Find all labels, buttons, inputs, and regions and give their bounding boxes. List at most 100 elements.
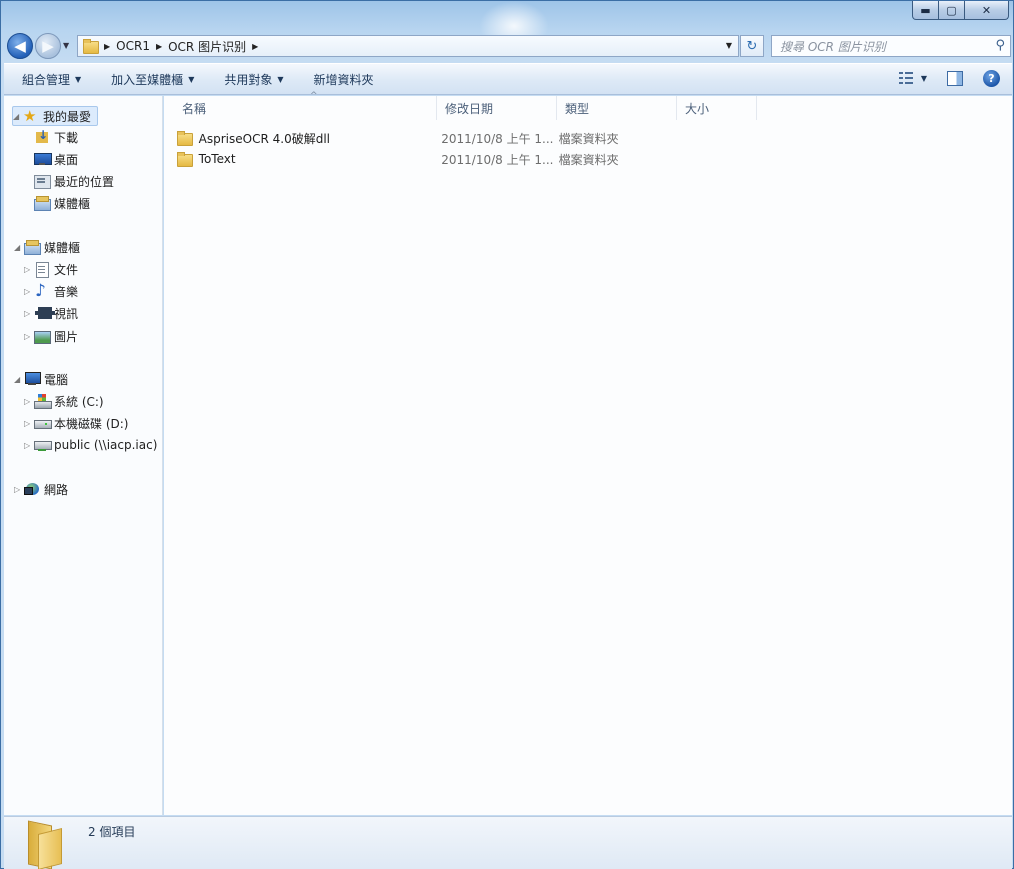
address-dropdown-icon[interactable]: ▼ bbox=[726, 41, 732, 50]
collapsed-arrow-icon[interactable]: ▷ bbox=[24, 309, 34, 318]
chevron-down-icon: ▼ bbox=[277, 74, 284, 84]
back-button[interactable]: ◀ bbox=[7, 33, 33, 59]
computer-icon bbox=[24, 372, 41, 386]
sidebar-item-favorites[interactable]: ◢ ★ 我的最愛 bbox=[12, 106, 99, 126]
table-row[interactable]: ToText 2011/10/8 上午 1... 檔案資料夾 bbox=[176, 149, 676, 169]
new-folder-button[interactable]: 新增資料夾 bbox=[314, 71, 374, 88]
breadcrumb-ocr-image[interactable]: OCR 图片识别 bbox=[168, 38, 246, 55]
preview-pane-icon[interactable] bbox=[947, 71, 963, 86]
search-icon[interactable]: ⚲ bbox=[995, 38, 1005, 53]
view-options-dropdown-icon[interactable]: ▼ bbox=[921, 74, 927, 83]
collapsed-arrow-icon[interactable]: ▷ bbox=[24, 265, 34, 274]
breadcrumb-separator-icon[interactable]: ▶ bbox=[156, 42, 162, 51]
column-type-label: 類型 bbox=[565, 101, 590, 116]
sidebar-item-videos[interactable]: ▷ 視訊 bbox=[24, 303, 78, 323]
sidebar-item-label: 網路 bbox=[44, 482, 69, 497]
sidebar-item-label: 系統 (C:) bbox=[54, 394, 104, 409]
documents-icon bbox=[34, 262, 50, 278]
libraries-icon bbox=[24, 240, 41, 255]
music-icon bbox=[34, 281, 50, 301]
sidebar-item-recent-places[interactable]: 最近的位置 bbox=[34, 171, 114, 191]
maximize-button[interactable]: ▢ bbox=[939, 1, 965, 20]
expanded-arrow-icon[interactable]: ◢ bbox=[13, 112, 23, 121]
column-header-type[interactable]: 類型 bbox=[557, 96, 677, 120]
minimize-button[interactable]: ▬ bbox=[912, 1, 939, 20]
details-pane: 2 個項目 bbox=[4, 816, 1012, 869]
organize-label: 組合管理 bbox=[22, 72, 71, 87]
hard-drive-icon bbox=[34, 416, 52, 430]
sidebar-item-label: 圖片 bbox=[54, 329, 79, 344]
collapsed-arrow-icon[interactable]: ▷ bbox=[24, 419, 34, 428]
collapsed-arrow-icon[interactable]: ▷ bbox=[14, 485, 24, 494]
search-placeholder: 搜尋 OCR 图片识别 bbox=[780, 39, 886, 54]
desktop-icon bbox=[34, 152, 52, 166]
sidebar-item-network[interactable]: ▷ 網路 bbox=[14, 479, 68, 499]
search-input[interactable]: 搜尋 OCR 图片识别 ⚲ bbox=[771, 35, 1011, 57]
column-header-name[interactable]: 名稱 ^ bbox=[174, 91, 437, 120]
close-button[interactable]: ✕ bbox=[965, 1, 1009, 20]
sidebar-item-libraries[interactable]: ◢ 媒體櫃 bbox=[14, 237, 80, 257]
help-icon[interactable]: ? bbox=[983, 70, 1000, 87]
column-header-size[interactable]: 大小 bbox=[677, 96, 757, 120]
recent-pages-dropdown-icon[interactable]: ▼ bbox=[63, 41, 69, 50]
explorer-window: ▬ ▢ ✕ ◀ ▶ ▼ ▶ OCR1 ▶ OCR 图片识别 ▶ ▼ ↻ 搜尋 O… bbox=[0, 0, 1014, 869]
sidebar-item-desktop[interactable]: 桌面 bbox=[34, 149, 78, 169]
sidebar-item-documents[interactable]: ▷ 文件 bbox=[24, 259, 78, 279]
refresh-button[interactable]: ↻ bbox=[740, 35, 764, 57]
new-folder-label: 新增資料夾 bbox=[313, 72, 374, 87]
column-date-label: 修改日期 bbox=[445, 101, 494, 116]
collapsed-arrow-icon[interactable]: ▷ bbox=[24, 441, 34, 450]
collapsed-arrow-icon[interactable]: ▷ bbox=[24, 287, 34, 296]
folder-icon bbox=[176, 152, 193, 167]
sidebar-item-label: 最近的位置 bbox=[54, 174, 115, 189]
column-size-label: 大小 bbox=[685, 101, 710, 116]
include-in-library-menu[interactable]: 加入至媒體櫃 ▼ bbox=[111, 71, 194, 88]
folder-icon bbox=[24, 820, 68, 869]
sidebar-item-label: 電腦 bbox=[44, 372, 69, 387]
organize-menu[interactable]: 組合管理 ▼ bbox=[22, 71, 81, 88]
include-in-library-label: 加入至媒體櫃 bbox=[111, 72, 184, 87]
item-count: 2 個項目 bbox=[88, 825, 136, 839]
view-controls: ▼ ? bbox=[898, 70, 1000, 87]
sidebar-item-label: 媒體櫃 bbox=[44, 240, 81, 255]
expanded-arrow-icon[interactable]: ◢ bbox=[14, 375, 24, 384]
breadcrumb-ocr1[interactable]: OCR1 bbox=[116, 39, 150, 53]
forward-button[interactable]: ▶ bbox=[35, 33, 61, 59]
folder-icon bbox=[176, 131, 193, 146]
sidebar-item-downloads[interactable]: 下載 bbox=[34, 127, 78, 147]
chevron-down-icon: ▼ bbox=[188, 74, 195, 84]
sidebar-item-computer[interactable]: ◢ 電腦 bbox=[14, 369, 68, 389]
breadcrumb-separator-icon[interactable]: ▶ bbox=[104, 42, 110, 51]
file-date: 2011/10/8 上午 1... bbox=[441, 131, 554, 146]
sidebar-item-network-drive[interactable]: ▷ public (\\iacp.iac) ( bbox=[24, 435, 162, 455]
video-icon bbox=[34, 306, 55, 320]
sidebar-item-label: 下載 bbox=[54, 130, 79, 145]
sidebar-item-label: 我的最愛 bbox=[43, 109, 92, 124]
table-row[interactable]: AspriseOCR 4.0破解dll 2011/10/8 上午 1... 檔案… bbox=[176, 128, 676, 148]
change-view-icon[interactable] bbox=[898, 71, 915, 86]
sidebar-item-pictures[interactable]: ▷ 圖片 bbox=[24, 326, 78, 346]
collapsed-arrow-icon[interactable]: ▷ bbox=[24, 397, 34, 406]
address-bar[interactable]: ▶ OCR1 ▶ OCR 图片识别 ▶ ▼ bbox=[77, 35, 739, 57]
chevron-down-icon: ▼ bbox=[75, 74, 82, 84]
column-header-date[interactable]: 修改日期 bbox=[437, 96, 557, 120]
share-with-menu[interactable]: 共用對象 ▼ bbox=[224, 71, 283, 88]
collapsed-arrow-icon[interactable]: ▷ bbox=[24, 332, 34, 341]
sidebar-item-libraries-shortcut[interactable]: 媒體櫃 bbox=[34, 193, 90, 213]
sidebar-item-drive-c[interactable]: ▷ 系統 (C:) bbox=[24, 391, 104, 411]
star-icon: ★ bbox=[23, 107, 37, 125]
expanded-arrow-icon[interactable]: ◢ bbox=[14, 243, 24, 252]
sidebar-item-label: 文件 bbox=[54, 262, 79, 277]
sidebar-item-drive-d[interactable]: ▷ 本機磁碟 (D:) bbox=[24, 413, 128, 433]
share-with-label: 共用對象 bbox=[224, 72, 273, 87]
sidebar-item-music[interactable]: ▷ 音樂 bbox=[24, 281, 78, 301]
command-bar: 組合管理 ▼ 加入至媒體櫃 ▼ 共用對象 ▼ 新增資料夾 ▼ ? bbox=[4, 63, 1012, 95]
file-date: 2011/10/8 上午 1... bbox=[441, 152, 554, 167]
sidebar-item-label: 本機磁碟 (D:) bbox=[54, 416, 129, 431]
sort-ascending-icon: ^ bbox=[310, 91, 318, 101]
file-list: 名稱 ^ 修改日期 類型 大小 AspriseOCR 4.0破解dll 2011… bbox=[164, 91, 1012, 815]
file-type: 檔案資料夾 bbox=[558, 152, 619, 167]
file-type: 檔案資料夾 bbox=[558, 131, 619, 146]
breadcrumb-separator-icon[interactable]: ▶ bbox=[252, 42, 258, 51]
file-name: AspriseOCR 4.0破解dll bbox=[198, 131, 330, 146]
